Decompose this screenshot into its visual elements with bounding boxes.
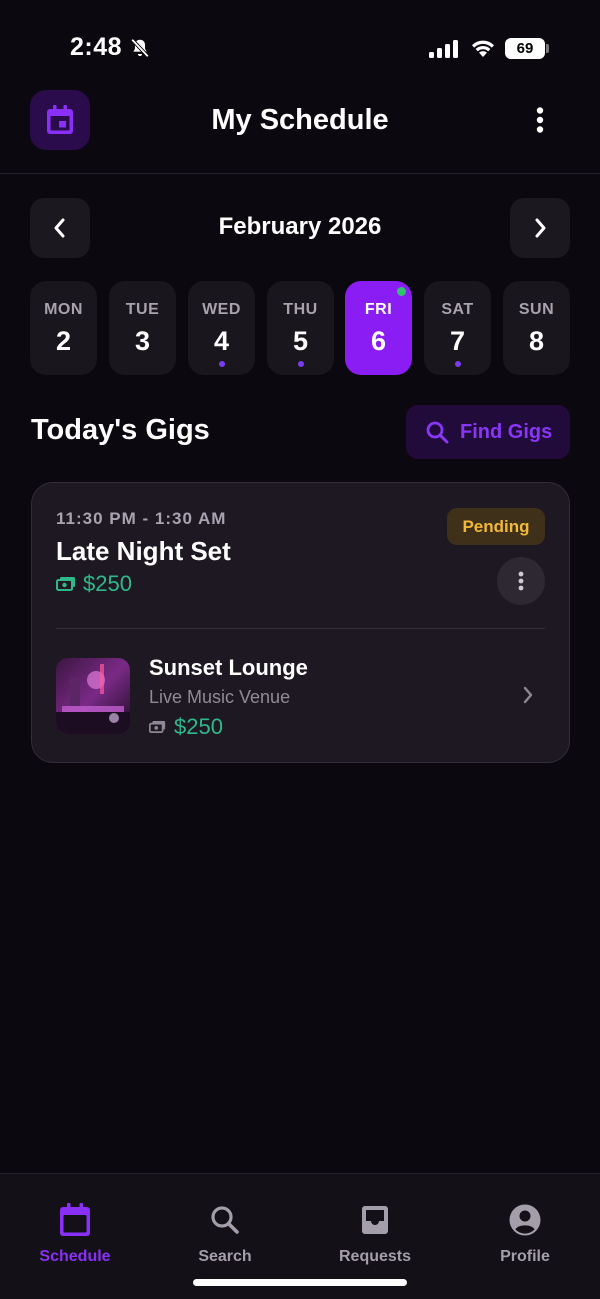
day-sat[interactable]: SAT 7: [424, 281, 491, 375]
tab-label: Requests: [338, 1248, 412, 1265]
month-navigation: February 2026: [0, 198, 600, 258]
status-time: 2:48: [70, 33, 123, 61]
more-vertical-icon: [518, 571, 524, 591]
day-number: 5: [292, 326, 309, 356]
event-dot: [298, 361, 304, 367]
battery-cap: [546, 44, 549, 53]
search-icon: [426, 421, 449, 444]
chevron-right-icon[interactable]: [522, 686, 534, 704]
chevron-right-icon: [535, 218, 546, 238]
cash-icon: [149, 721, 166, 733]
day-number: 4: [213, 326, 230, 356]
tab-label: Profile: [500, 1248, 550, 1265]
day-name: FRI: [364, 301, 393, 318]
today-indicator-dot: [397, 287, 406, 296]
day-sun[interactable]: SUN 8: [503, 281, 570, 375]
next-week-button[interactable]: [510, 198, 570, 258]
find-gigs-button[interactable]: Find Gigs: [406, 405, 570, 459]
day-name: SAT: [441, 301, 474, 318]
home-indicator: [193, 1279, 407, 1286]
bell-off-icon: [130, 38, 150, 58]
tab-requests[interactable]: Requests: [300, 1202, 450, 1266]
day-number: 6: [370, 326, 387, 356]
venue-pay: $250: [149, 714, 223, 740]
venue-thumbnail: [56, 658, 130, 734]
inbox-icon: [362, 1206, 388, 1234]
gig-title: Late Night Set: [56, 536, 231, 566]
signal-icon: [429, 40, 458, 58]
day-wed[interactable]: WED 4: [188, 281, 255, 375]
day-name: MON: [44, 301, 83, 318]
day-number: 3: [134, 326, 151, 356]
day-name: SUN: [518, 301, 555, 318]
day-name: WED: [202, 301, 241, 318]
event-dot: [219, 361, 225, 367]
day-name: THU: [283, 301, 318, 318]
page-title: My Schedule: [211, 104, 389, 136]
card-divider: [56, 628, 545, 629]
week-day-strip: MON 2 TUE 3 WED 4 THU 5 FRI 6 SAT 7 SUN …: [30, 281, 570, 375]
day-number: 2: [55, 326, 72, 356]
venue-type: Live Music Venue: [149, 687, 291, 707]
wifi-icon: [472, 40, 494, 57]
calendar-icon: [60, 1203, 90, 1236]
app-header: My Schedule: [0, 88, 600, 174]
status-badge: Pending: [447, 508, 545, 545]
day-mon[interactable]: MON 2: [30, 281, 97, 375]
find-gigs-label: Find Gigs: [460, 420, 553, 443]
gig-options-button[interactable]: [497, 557, 545, 605]
gig-pay: $250: [56, 571, 132, 597]
tab-profile[interactable]: Profile: [450, 1202, 600, 1266]
status-bar: 2:48 69: [0, 0, 600, 96]
more-vertical-icon: [536, 107, 544, 133]
search-icon: [211, 1206, 239, 1234]
day-name: TUE: [125, 301, 160, 318]
profile-icon: [509, 1204, 541, 1236]
day-number: 7: [449, 326, 466, 356]
day-thu[interactable]: THU 5: [267, 281, 334, 375]
tab-schedule[interactable]: Schedule: [0, 1202, 150, 1266]
tab-label: Schedule: [39, 1248, 111, 1265]
day-tue[interactable]: TUE 3: [109, 281, 176, 375]
event-dot: [455, 361, 461, 367]
day-fri-selected[interactable]: FRI 6: [345, 281, 412, 375]
cash-icon: [56, 577, 75, 591]
gig-card[interactable]: 11:30 PM - 1:30 AM Late Night Set $250 P…: [31, 482, 570, 763]
venue-name: Sunset Lounge: [149, 655, 308, 680]
more-options-button[interactable]: [522, 102, 558, 138]
tab-label: Search: [198, 1248, 252, 1265]
tab-search[interactable]: Search: [150, 1202, 300, 1266]
venue-pay-value: $250: [174, 714, 223, 739]
gig-time: 11:30 PM - 1:30 AM: [56, 509, 227, 528]
section-title: Today's Gigs: [31, 414, 210, 446]
battery-indicator: 69: [505, 38, 545, 59]
venue-photo: [56, 658, 130, 734]
gig-pay-value: $250: [83, 571, 132, 596]
day-number: 8: [528, 326, 545, 356]
